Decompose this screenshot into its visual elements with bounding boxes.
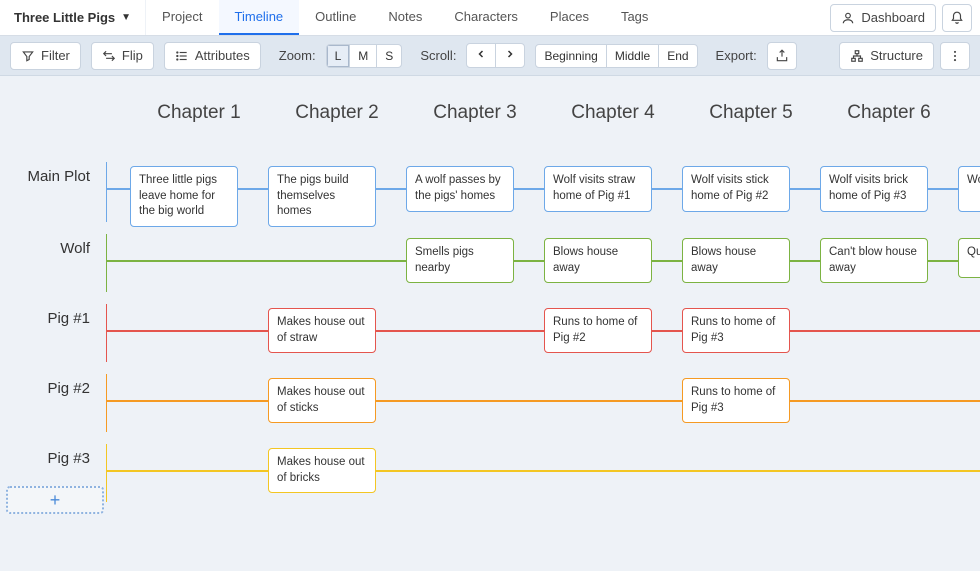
zoom-l[interactable]: L [327,45,351,67]
tab-outline[interactable]: Outline [299,0,372,35]
lane-track: Makes house out of bricks [106,444,980,514]
scene-card[interactable]: Wolf visits brick home of Pig #3 [820,166,928,212]
chapter-header[interactable]: C [958,102,980,162]
project-name: Three Little Pigs [14,10,115,25]
chapter-header[interactable]: Chapter 4 [544,102,682,162]
chevron-down-icon: ▼ [121,12,131,23]
export-label: Export: [716,48,757,63]
flip-button[interactable]: Flip [91,42,154,70]
filter-label: Filter [41,48,70,63]
tab-notes[interactable]: Notes [372,0,438,35]
lane-pig2: Pig #2 Makes house out of sticks Runs to h… [0,374,980,444]
topbar-right: Dashboard [830,0,980,35]
zoom-s[interactable]: S [377,45,401,67]
lane-pig3: Pig #3 Makes house out of bricks [0,444,980,514]
scroll-beginning[interactable]: Beginning [536,45,606,67]
tab-places[interactable]: Places [534,0,605,35]
chevron-right-icon [504,48,516,60]
chapter-header[interactable]: Chapter 5 [682,102,820,162]
attributes-label: Attributes [195,48,250,63]
chapter-header[interactable]: Chapter 3 [406,102,544,162]
chevron-left-icon [475,48,487,60]
toolbar: Filter Flip Attributes Zoom: L M S Scrol… [0,36,980,76]
scene-card[interactable]: Three little pigs leave home for the big… [130,166,238,227]
scene-card[interactable]: Smells pigs nearby [406,238,514,283]
flip-label: Flip [122,48,143,63]
notifications-button[interactable] [942,4,972,32]
lane-label[interactable]: Pig #3 [47,450,90,467]
scroll-segment: Beginning Middle End [535,44,697,68]
scene-card[interactable]: Makes house out of straw [268,308,376,353]
lane-track: Makes house out of straw Runs to home of … [106,304,980,374]
dashboard-button[interactable]: Dashboard [830,4,936,32]
more-button[interactable] [940,42,970,70]
top-bar: Three Little Pigs ▼ Project Timeline Out… [0,0,980,36]
scene-card[interactable]: The pigs build themselves homes [268,166,376,227]
nav-tabs: Project Timeline Outline Notes Character… [146,0,664,35]
chapter-headers: Chapter 1 Chapter 2 Chapter 3 Chapter 4 … [130,102,980,162]
timeline-viewport[interactable]: Chapter 1 Chapter 2 Chapter 3 Chapter 4 … [0,76,980,571]
lane-label[interactable]: Pig #2 [47,380,90,397]
scene-card[interactable]: Blows house away [544,238,652,283]
tab-timeline[interactable]: Timeline [219,0,300,35]
export-button[interactable] [767,42,797,70]
scroll-left[interactable] [467,44,496,67]
scroll-arrows [466,43,525,68]
lane-pig1: Pig #1 Makes house out of straw Runs to ho… [0,304,980,374]
structure-button[interactable]: Structure [839,42,934,70]
lane-wolf: Wolf Smells pigs nearby Blows house away Bl… [0,234,980,304]
scroll-end[interactable]: End [659,45,696,67]
zoom-segment: L M S [326,44,403,68]
dashboard-label: Dashboard [861,10,925,25]
project-dropdown[interactable]: Three Little Pigs ▼ [0,0,146,35]
scene-card[interactable]: Wo to [958,166,980,212]
kebab-icon [948,49,962,63]
scene-card[interactable]: Blows house away [682,238,790,283]
user-icon [841,11,855,25]
scene-card[interactable]: Runs to home of Pig #3 [682,308,790,353]
timeline-canvas: Chapter 1 Chapter 2 Chapter 3 Chapter 4 … [0,76,980,514]
flip-icon [102,49,116,63]
scene-card[interactable]: Makes house out of sticks [268,378,376,423]
tab-project[interactable]: Project [146,0,218,35]
scene-card[interactable]: Can't blow house away [820,238,928,283]
lane-label[interactable]: Main Plot [27,168,90,185]
scroll-label: Scroll: [420,48,456,63]
bell-icon [950,11,964,25]
scroll-right[interactable] [496,44,524,67]
structure-label: Structure [870,48,923,63]
tab-characters[interactable]: Characters [438,0,534,35]
scroll-middle[interactable]: Middle [607,45,659,67]
list-icon [175,49,189,63]
zoom-m[interactable]: M [350,45,377,67]
scene-card[interactable]: Runs to home of Pig #2 [544,308,652,353]
lane-mainplot: Main Plot Three little pigs leave home fo… [0,162,980,234]
chapter-header[interactable]: Chapter 2 [268,102,406,162]
tab-tags[interactable]: Tags [605,0,664,35]
scene-card[interactable]: Runs to home of Pig #3 [682,378,790,423]
lane-track: Makes house out of sticks Runs to home of… [106,374,980,444]
scene-card[interactable]: Wolf visits straw home of Pig #1 [544,166,652,212]
lane-label[interactable]: Pig #1 [47,310,90,327]
chapter-header[interactable]: Chapter 6 [820,102,958,162]
filter-button[interactable]: Filter [10,42,81,70]
lane-track: Three little pigs leave home for the big… [106,162,980,234]
lane-label[interactable]: Wolf [60,240,90,257]
export-icon [775,49,789,63]
lane-track: Smells pigs nearby Blows house away Blows … [106,234,980,304]
chapter-header[interactable]: Chapter 1 [130,102,268,162]
attributes-button[interactable]: Attributes [164,42,261,70]
scene-card[interactable]: Wolf visits stick home of Pig #2 [682,166,790,212]
add-lane-button[interactable]: + [6,486,104,514]
structure-icon [850,49,864,63]
filter-icon [21,49,35,63]
zoom-label: Zoom: [279,48,316,63]
scene-card[interactable]: Makes house out of bricks [268,448,376,493]
scene-card[interactable]: Qu an [958,238,980,278]
scene-card[interactable]: A wolf passes by the pigs' homes [406,166,514,212]
